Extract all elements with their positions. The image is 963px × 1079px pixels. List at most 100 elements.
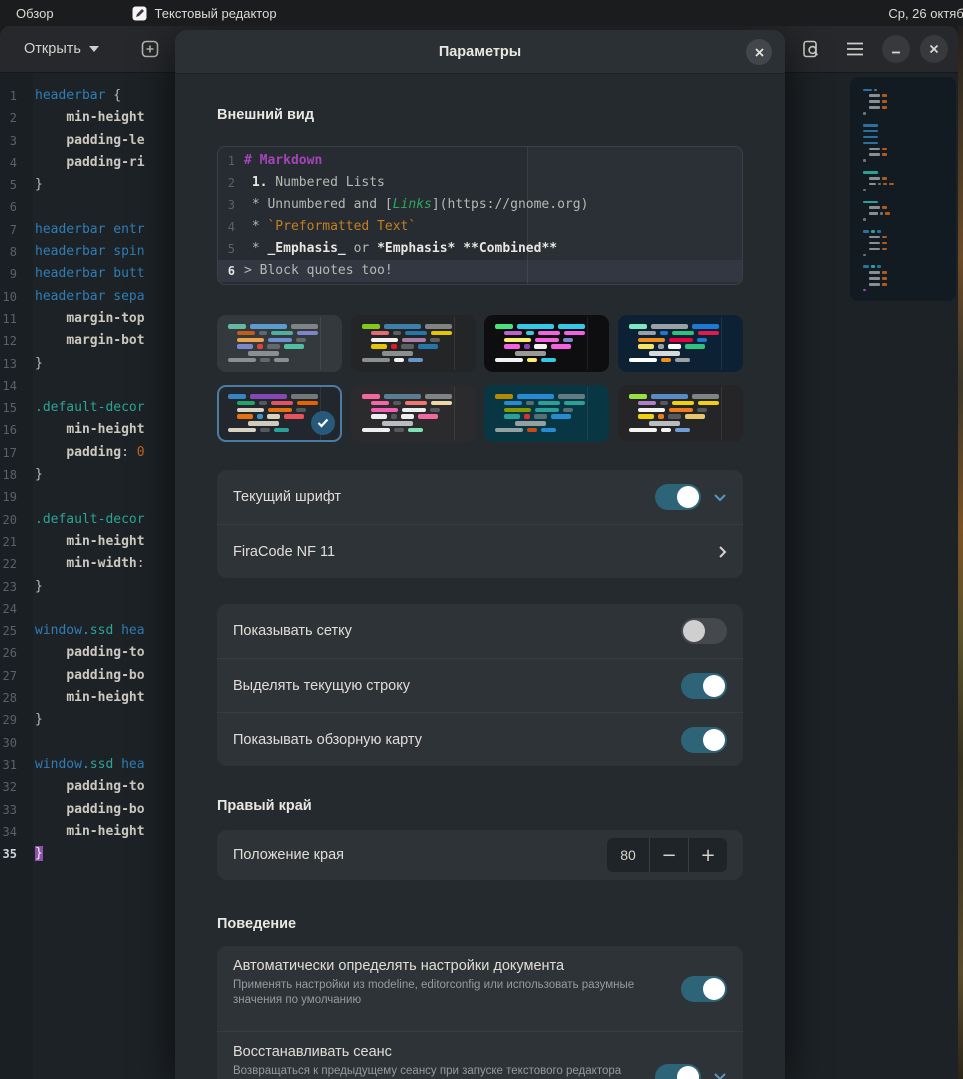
activities-button[interactable]: Обзор	[0, 0, 70, 26]
window-close-button[interactable]	[920, 35, 948, 63]
line-number: 15	[2, 401, 17, 416]
line-number: 19	[2, 490, 17, 505]
section-behavior: Поведение	[217, 916, 297, 932]
line-number: 12	[2, 334, 17, 349]
line-number: 1	[227, 154, 235, 168]
line-number: 18	[2, 468, 17, 483]
restore-session-subtitle: Возвращаться к предыдущему сеансу при за…	[233, 1065, 622, 1077]
overview-map-label: Показывать обзорную карту	[233, 731, 422, 748]
open-document-button[interactable]: Открыть	[16, 35, 107, 63]
highlight-line-toggle[interactable]	[681, 672, 727, 699]
restore-session-title: Восстанавливать сеанс	[233, 1044, 392, 1060]
line-number: 34	[2, 824, 17, 839]
preview-line: 6 > Block quotes too!	[218, 260, 742, 282]
line-number: 6	[9, 200, 17, 215]
overview-map[interactable]	[850, 77, 956, 301]
style-scheme-option[interactable]	[350, 315, 476, 372]
restore-session-row[interactable]: Восстанавливать сеанс Возвращаться к пре…	[217, 1031, 743, 1079]
spin-decrement-button[interactable]: −	[650, 838, 688, 872]
desktop-wallpaper	[958, 26, 963, 1079]
discover-settings-row[interactable]: Автоматически определять настройки докум…	[217, 946, 743, 1031]
line-number: 11	[2, 311, 17, 326]
style-scheme-option[interactable]	[484, 385, 610, 442]
margin-position-spinbutton: 80 − +	[607, 838, 727, 872]
spin-increment-button[interactable]: +	[689, 838, 727, 872]
margin-position-row: Положение края 80 − +	[217, 830, 743, 880]
style-scheme-option[interactable]	[617, 385, 743, 442]
clock-menu-button[interactable]: Ср, 26 октябр	[888, 0, 963, 26]
selected-check-icon	[311, 411, 335, 435]
minimap-line	[863, 287, 956, 293]
line-number: 33	[2, 802, 17, 817]
line-number: 3	[9, 133, 17, 148]
discover-settings-toggle[interactable]	[681, 975, 727, 1002]
main-menu-button[interactable]	[838, 32, 872, 66]
style-scheme-option[interactable]	[217, 385, 342, 442]
style-scheme-option[interactable]	[617, 315, 743, 372]
display-group: Показывать сетку Выделять текущую строку…	[217, 604, 743, 766]
line-number: 6	[227, 264, 235, 278]
style-scheme-option[interactable]	[484, 315, 610, 372]
close-icon	[754, 47, 764, 57]
show-grid-toggle[interactable]	[681, 618, 727, 644]
chevron-right-icon	[718, 545, 727, 559]
use-system-font-label: Текущий шрифт	[233, 489, 342, 505]
chevron-down-icon[interactable]	[713, 1072, 727, 1079]
font-name-label: FiraCode NF 11	[233, 543, 336, 560]
line-number: 29	[2, 713, 17, 728]
new-tab-button[interactable]	[133, 32, 167, 66]
custom-font-row[interactable]: FiraCode NF 11	[217, 524, 743, 578]
show-grid-label: Показывать сетку	[233, 623, 352, 639]
chevron-down-icon[interactable]	[713, 493, 727, 502]
preview-line: 1 # Markdown	[218, 150, 742, 172]
preview-lines: 1 # Markdown 2 1. Numbered Lists 3 * Unnumb…	[218, 147, 742, 282]
highlight-line-row[interactable]: Выделять текущую строку	[217, 658, 743, 712]
minimize-button[interactable]	[882, 35, 910, 63]
minimize-icon	[892, 51, 900, 54]
preview-line: 2 1. Numbered Lists	[218, 172, 742, 194]
line-number: 10	[2, 289, 17, 304]
style-preview: 1 # Markdown 2 1. Numbered Lists 3 * Unnumb…	[217, 146, 743, 285]
line-number: 25	[2, 624, 17, 639]
margin-position-label: Положение края	[233, 847, 344, 863]
line-number: 35	[2, 847, 17, 862]
highlight-line-label: Выделять текущую строку	[233, 677, 410, 694]
line-number: 28	[2, 691, 17, 706]
use-system-font-row[interactable]: Текущий шрифт	[217, 470, 743, 524]
line-number: 32	[2, 780, 17, 795]
line-number: 20	[2, 512, 17, 527]
line-number: 2	[9, 111, 17, 126]
line-number: 3	[227, 198, 235, 212]
line-number: 31	[2, 757, 17, 772]
line-number: 9	[9, 267, 17, 282]
add-tab-icon	[141, 40, 159, 58]
dialog-close-button[interactable]	[746, 39, 772, 65]
overview-map-row[interactable]: Показывать обзорную карту	[217, 712, 743, 766]
preferences-content[interactable]: Внешний вид 1 # Markdown 2 1. Numbered Lis…	[175, 74, 785, 1079]
spin-value[interactable]: 80	[607, 847, 649, 863]
document-properties-button[interactable]	[794, 32, 828, 66]
scheme-row-1	[217, 315, 743, 372]
scheme-row-2	[217, 385, 743, 442]
line-number: 17	[2, 445, 17, 460]
line-number: 4	[9, 155, 17, 170]
app-menu-button[interactable]: Текстовый редактор	[122, 0, 287, 26]
section-appearance: Внешний вид	[217, 107, 315, 123]
line-number: 27	[2, 668, 17, 683]
style-scheme-option[interactable]	[350, 385, 476, 442]
style-scheme-option[interactable]	[217, 315, 342, 372]
show-grid-row[interactable]: Показывать сетку	[217, 604, 743, 658]
restore-session-toggle[interactable]	[655, 1063, 701, 1079]
app-menu-label: Текстовый редактор	[154, 5, 277, 21]
use-system-font-toggle[interactable]	[655, 484, 701, 510]
preview-line: 5 * _Emphasis_ or *Emphasis* **Combined*…	[218, 238, 742, 260]
line-number: 26	[2, 646, 17, 661]
close-icon	[929, 44, 939, 54]
overview-map-toggle[interactable]	[681, 726, 727, 753]
chevron-down-icon	[88, 46, 99, 52]
right-margin-line	[527, 147, 529, 284]
line-number: 24	[2, 601, 17, 616]
behavior-group: Автоматически определять настройки докум…	[217, 946, 743, 1079]
desktop: Открыть 1 headerbar {2 min-height 3 pad…	[0, 0, 963, 1079]
document-search-icon	[803, 40, 819, 58]
